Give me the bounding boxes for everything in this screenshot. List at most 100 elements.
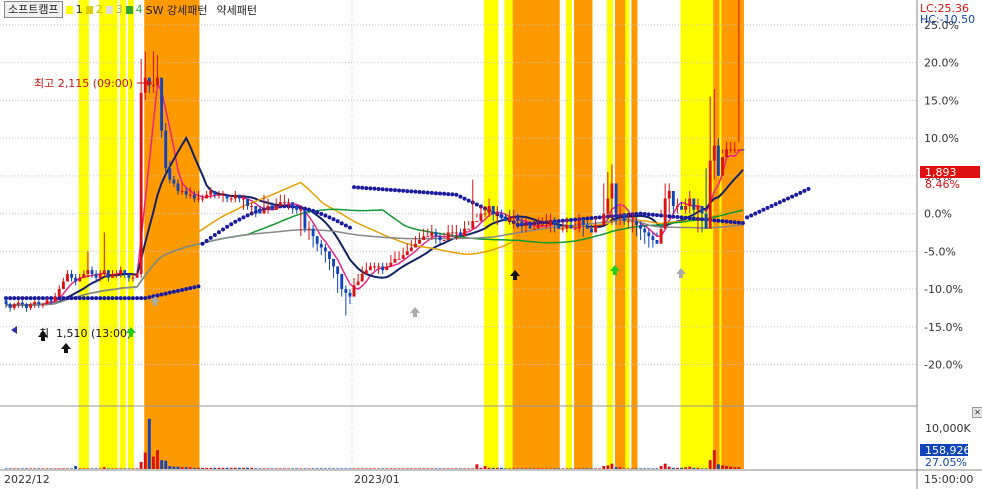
volume-bar-29: [123, 468, 127, 469]
candle-body-16: [70, 273, 73, 278]
candle-body-113: [467, 228, 471, 230]
volume-bar-74: [307, 468, 311, 469]
candle-body-76: [315, 236, 319, 244]
candle-body-180: [741, 149, 745, 151]
sar-dot-177: [728, 219, 733, 224]
volume-bar-81: [336, 468, 340, 469]
volume-bar-166: [684, 467, 688, 469]
volume-bar-20: [86, 468, 90, 469]
stock-name-button[interactable]: 소프트캠프: [4, 1, 63, 18]
candle-body-80: [332, 258, 335, 267]
yellow-band-1: [99, 0, 118, 469]
volume-bar-165: [680, 467, 683, 469]
candle-body-163: [671, 190, 675, 207]
candle-body-65: [270, 206, 274, 210]
sar-dot-173: [712, 218, 717, 223]
volume-bar-64: [266, 468, 270, 469]
candle-body-87: [360, 273, 364, 282]
candle-body-90: [373, 266, 376, 268]
volume-bar-133: [549, 468, 552, 469]
sar-dot-4: [20, 296, 25, 301]
legend-swatch-4: [125, 5, 133, 14]
sar-dot-113: [466, 198, 471, 203]
volume-bar-60: [250, 467, 254, 469]
candle-body-150: [618, 213, 622, 215]
sar-dot-183: [753, 211, 758, 216]
legend-swatch-3: [105, 5, 113, 14]
volume-bar-53: [221, 467, 225, 469]
candle-body-4: [20, 302, 24, 305]
candle-body-149: [614, 183, 618, 214]
candle-body-44: [184, 190, 188, 195]
candle-body-107: [442, 239, 446, 241]
volume-bar-156: [643, 468, 647, 469]
volume-bar-91: [377, 468, 381, 469]
candle-body-137: [565, 224, 569, 229]
candle-body-154: [635, 221, 638, 225]
volume-bar-122: [504, 468, 507, 469]
legend-label-4: 4: [135, 3, 143, 16]
volume-bar-0: [4, 468, 8, 469]
volume-bar-155: [639, 468, 643, 469]
legend-label-3: 3: [115, 3, 123, 16]
candle-body-168: [692, 198, 696, 210]
volume-bar-28: [119, 468, 123, 469]
volume-bar-67: [278, 468, 282, 469]
candle-body-7: [33, 301, 37, 305]
sar-dot-95: [392, 188, 397, 193]
sar-dot-112: [462, 196, 467, 201]
sar-dot-194: [798, 190, 803, 195]
volume-bar-118: [487, 467, 491, 469]
candle-body-122: [504, 217, 507, 222]
candle-body-138: [569, 224, 573, 229]
close-volume-panel-button[interactable]: ✕: [972, 407, 982, 418]
candle-body-169: [696, 206, 700, 210]
sar-dot-93: [384, 187, 389, 192]
candle-body-105: [434, 232, 438, 237]
candle-body-117: [483, 213, 487, 215]
volume-bar-90: [373, 468, 376, 469]
volume-bar-70: [291, 468, 295, 469]
sar-dot-56: [233, 219, 238, 224]
volume-bar-98: [405, 468, 409, 469]
sar-dot-23: [98, 296, 103, 301]
volume-bar-158: [651, 468, 655, 469]
volume-bar-171: [704, 468, 708, 469]
sar-dot-3: [16, 296, 21, 301]
candle-body-141: [581, 221, 585, 225]
candle-body-86: [356, 281, 360, 286]
volume-bar-2: [12, 468, 16, 469]
candle-body-118: [487, 206, 491, 214]
volume-bar-61: [254, 468, 258, 469]
volume-bar-139: [573, 468, 577, 469]
sar-dot-155: [638, 211, 643, 216]
sar-dot-164: [675, 214, 680, 219]
sar-dot-192: [790, 194, 795, 199]
sar-dot-180: [740, 221, 745, 226]
volume-bar-39: [164, 460, 168, 469]
volume-bar-56: [233, 467, 237, 469]
sar-dot-25: [106, 296, 111, 301]
sar-dot-104: [429, 190, 434, 195]
candle-body-98: [405, 251, 409, 256]
sar-dot-78: [323, 213, 328, 218]
sar-dot-115: [474, 202, 479, 207]
candle-body-6: [29, 304, 33, 308]
sar-dot-24: [102, 296, 107, 301]
volume-bar-43: [180, 467, 184, 469]
candle-body-0: [4, 300, 8, 305]
volume-bar-135: [557, 468, 561, 469]
volume-bar-1: [8, 468, 12, 469]
candle-body-120: [495, 213, 499, 215]
sar-dot-187: [769, 204, 774, 209]
sar-dot-92: [380, 187, 385, 192]
candle-body-13: [57, 289, 61, 297]
stock-chart[interactable]: 25.0%20.0%15.0%10.0%5.0%0.0%-5.0%-10.0%-…: [0, 0, 982, 489]
candle-body-89: [368, 266, 372, 271]
volume-bar-8: [37, 468, 41, 469]
candle-body-110: [454, 232, 458, 234]
candle-body-60: [250, 206, 254, 208]
candle-body-85: [352, 285, 356, 297]
volume-bar-114: [471, 468, 475, 469]
volume-bar-145: [598, 468, 602, 469]
